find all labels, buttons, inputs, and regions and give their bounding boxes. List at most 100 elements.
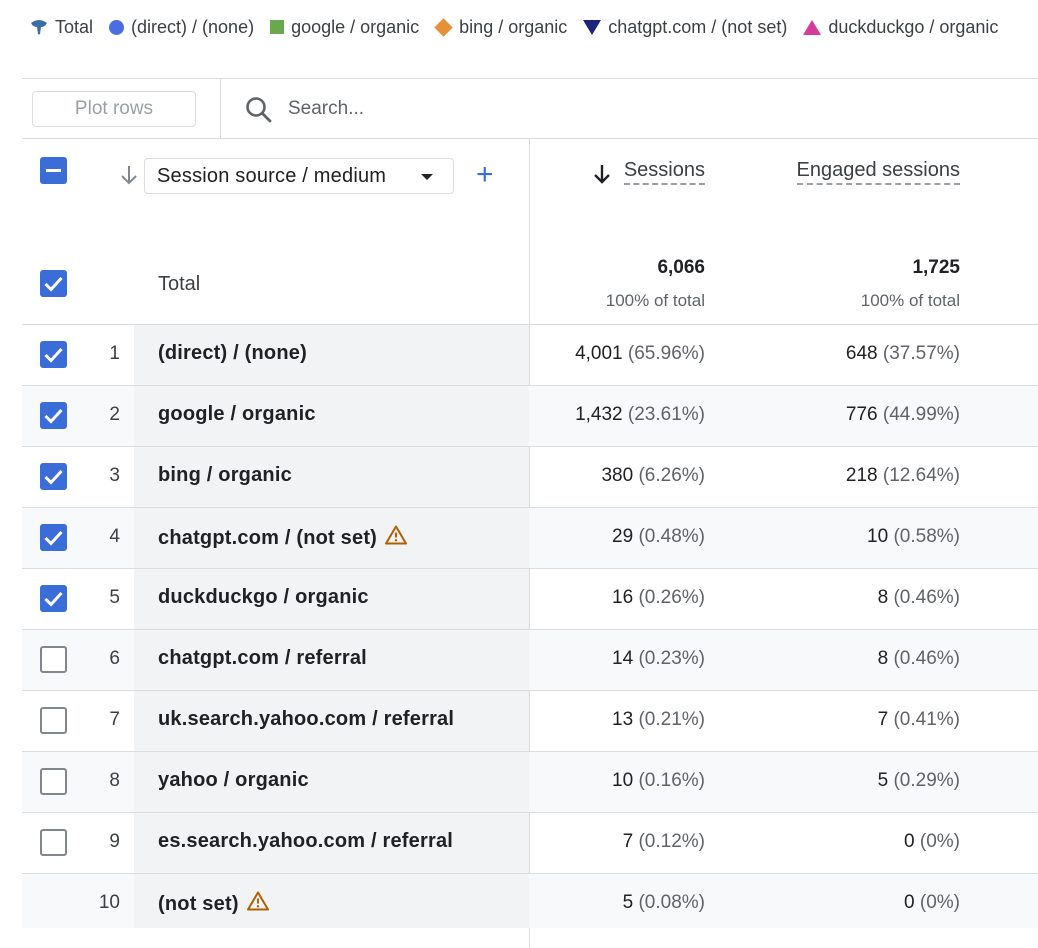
square-marker-icon bbox=[270, 20, 285, 34]
engaged-percent: (0.46%) bbox=[893, 648, 960, 669]
table-header: Session source / medium + Sessions Engag… bbox=[22, 139, 1038, 325]
row-engaged-sessions: 0 (0%) bbox=[904, 892, 960, 914]
sessions-value: 10 bbox=[612, 770, 634, 791]
table-row[interactable]: 8 yahoo / organic 10 (0.16%) 5 (0.29%) bbox=[22, 752, 1038, 813]
table-row[interactable]: 4 chatgpt.com / (not set) 29 (0.48%) 10 (0.… bbox=[22, 508, 1038, 569]
engaged-value: 218 bbox=[845, 465, 878, 486]
row-engaged-sessions: 10 (0.58%) bbox=[867, 526, 960, 548]
total-engaged-value: 1,725 bbox=[912, 257, 960, 278]
total-sessions-percent: 100% of total bbox=[605, 291, 705, 310]
row-dimension-value: yahoo / organic bbox=[158, 769, 309, 792]
sessions-value: 1,432 bbox=[575, 404, 623, 425]
engaged-percent: (0%) bbox=[919, 831, 960, 852]
engaged-value: 8 bbox=[877, 648, 889, 669]
legend-item-direct[interactable]: (direct) / (none) bbox=[109, 17, 254, 38]
search-icon bbox=[244, 95, 274, 125]
legend-label: chatgpt.com / (not set) bbox=[608, 16, 788, 37]
row-engaged-sessions: 5 (0.29%) bbox=[878, 770, 960, 792]
sessions-value: 13 bbox=[612, 709, 634, 730]
search-input[interactable] bbox=[288, 91, 688, 127]
sessions-column-header[interactable]: Sessions bbox=[623, 159, 705, 185]
sessions-value: 7 bbox=[622, 831, 634, 852]
row-checkbox[interactable] bbox=[40, 768, 67, 795]
chart-legend: Total (direct) / (none) google / organic… bbox=[30, 14, 998, 40]
arrow-down-icon[interactable] bbox=[119, 164, 139, 191]
row-checkbox[interactable] bbox=[40, 463, 67, 490]
row-name: uk.search.yahoo.com / referral bbox=[158, 708, 455, 730]
row-checkbox[interactable] bbox=[40, 524, 67, 551]
row-sessions: 380 (6.26%) bbox=[601, 465, 705, 487]
engaged-value: 7 bbox=[877, 709, 889, 730]
engaged-sessions-column-header[interactable]: Engaged sessions bbox=[796, 159, 960, 185]
warning-icon[interactable] bbox=[385, 525, 408, 551]
row-checkbox[interactable] bbox=[40, 829, 67, 856]
warning-icon[interactable] bbox=[246, 891, 269, 917]
row-index: 8 bbox=[109, 770, 120, 791]
sessions-percent: (65.96%) bbox=[627, 343, 705, 364]
engaged-value: 0 bbox=[904, 892, 915, 913]
total-checkbox[interactable] bbox=[40, 270, 67, 297]
engaged-value: 10 bbox=[867, 526, 889, 547]
total-drop-icon bbox=[30, 18, 48, 36]
sessions-percent: (0.23%) bbox=[638, 648, 705, 669]
triangle-down-marker-icon bbox=[583, 19, 602, 35]
table-body: 1 (direct) / (none) 4,001 (65.96%) 648 (37.… bbox=[22, 325, 1038, 928]
engaged-percent: (44.99%) bbox=[882, 404, 960, 425]
engaged-percent: (0.58%) bbox=[893, 526, 960, 547]
table-row[interactable]: 6 chatgpt.com / referral 14 (0.23%) 8 (0.46… bbox=[22, 630, 1038, 691]
row-checkbox[interactable] bbox=[40, 707, 67, 734]
row-index: 5 bbox=[109, 587, 120, 608]
legend-item-google[interactable]: google / organic bbox=[270, 17, 419, 38]
row-index: 9 bbox=[109, 831, 120, 852]
row-index: 10 bbox=[98, 892, 120, 913]
table-row[interactable]: 1 (direct) / (none) 4,001 (65.96%) 648 (37.… bbox=[22, 325, 1038, 386]
row-index: 2 bbox=[109, 404, 120, 425]
legend-item-bing[interactable]: bing / organic bbox=[434, 16, 568, 38]
row-engaged-sessions: 8 (0.46%) bbox=[878, 648, 960, 670]
caret-down-icon bbox=[421, 174, 433, 180]
legend-item-total[interactable]: Total bbox=[30, 17, 93, 38]
dimension-dropdown[interactable]: Session source / medium bbox=[144, 158, 454, 194]
row-sessions: 16 (0.26%) bbox=[612, 587, 705, 609]
table-row[interactable]: 9 es.search.yahoo.com / referral 7 (0.12%)… bbox=[22, 813, 1038, 874]
table-row[interactable]: 3 bing / organic 380 (6.26%) 218 (12.64%) bbox=[22, 447, 1038, 508]
sessions-percent: (6.26%) bbox=[638, 465, 705, 486]
row-checkbox[interactable] bbox=[40, 646, 67, 673]
sort-descending-icon[interactable] bbox=[592, 163, 612, 190]
row-name: duckduckgo / organic bbox=[158, 586, 369, 608]
add-dimension-button[interactable]: + bbox=[476, 160, 494, 190]
row-engaged-sessions: 648 (37.57%) bbox=[846, 343, 960, 365]
row-checkbox[interactable] bbox=[40, 585, 67, 612]
total-label: Total bbox=[158, 273, 201, 295]
circle-marker-icon bbox=[109, 19, 125, 35]
engaged-value: 0 bbox=[904, 831, 915, 852]
engaged-value: 648 bbox=[845, 343, 878, 364]
sessions-value: 29 bbox=[612, 526, 634, 547]
table-row[interactable]: 10 (not set) 5 (0.08%) 0 (0%) bbox=[22, 874, 1038, 928]
sessions-value: 380 bbox=[601, 465, 634, 486]
legend-item-duckduckgo[interactable]: duckduckgo / organic bbox=[803, 17, 998, 38]
sessions-percent: (0.16%) bbox=[638, 770, 705, 791]
sessions-percent: (0.21%) bbox=[638, 709, 705, 730]
select-all-checkbox[interactable] bbox=[40, 157, 67, 184]
sessions-percent: (0.48%) bbox=[638, 526, 705, 547]
dimension-label: Session source / medium bbox=[157, 164, 387, 187]
row-name: (direct) / (none) bbox=[158, 342, 307, 364]
row-index: 3 bbox=[109, 465, 120, 486]
row-dimension-value: bing / organic bbox=[158, 464, 292, 487]
plot-rows-button[interactable]: Plot rows bbox=[32, 91, 196, 127]
row-sessions: 29 (0.48%) bbox=[612, 526, 705, 548]
row-checkbox[interactable] bbox=[40, 341, 67, 368]
table-row[interactable]: 2 google / organic 1,432 (23.61%) 776 (44.9… bbox=[22, 386, 1038, 447]
table-row[interactable]: 5 duckduckgo / organic 16 (0.26%) 8 (0.46%) bbox=[22, 569, 1038, 630]
legend-item-chatgpt[interactable]: chatgpt.com / (not set) bbox=[583, 17, 787, 38]
row-engaged-sessions: 218 (12.64%) bbox=[846, 465, 960, 487]
row-dimension-value: (direct) / (none) bbox=[158, 342, 307, 365]
sessions-percent: (23.61%) bbox=[627, 404, 705, 425]
table-row[interactable]: 7 uk.search.yahoo.com / referral 13 (0.21%… bbox=[22, 691, 1038, 752]
row-checkbox[interactable] bbox=[40, 402, 67, 429]
row-sessions: 4,001 (65.96%) bbox=[575, 343, 705, 365]
row-sessions: 5 (0.08%) bbox=[623, 892, 705, 914]
legend-label: bing / organic bbox=[459, 16, 568, 37]
legend-label: (direct) / (none) bbox=[131, 16, 255, 37]
